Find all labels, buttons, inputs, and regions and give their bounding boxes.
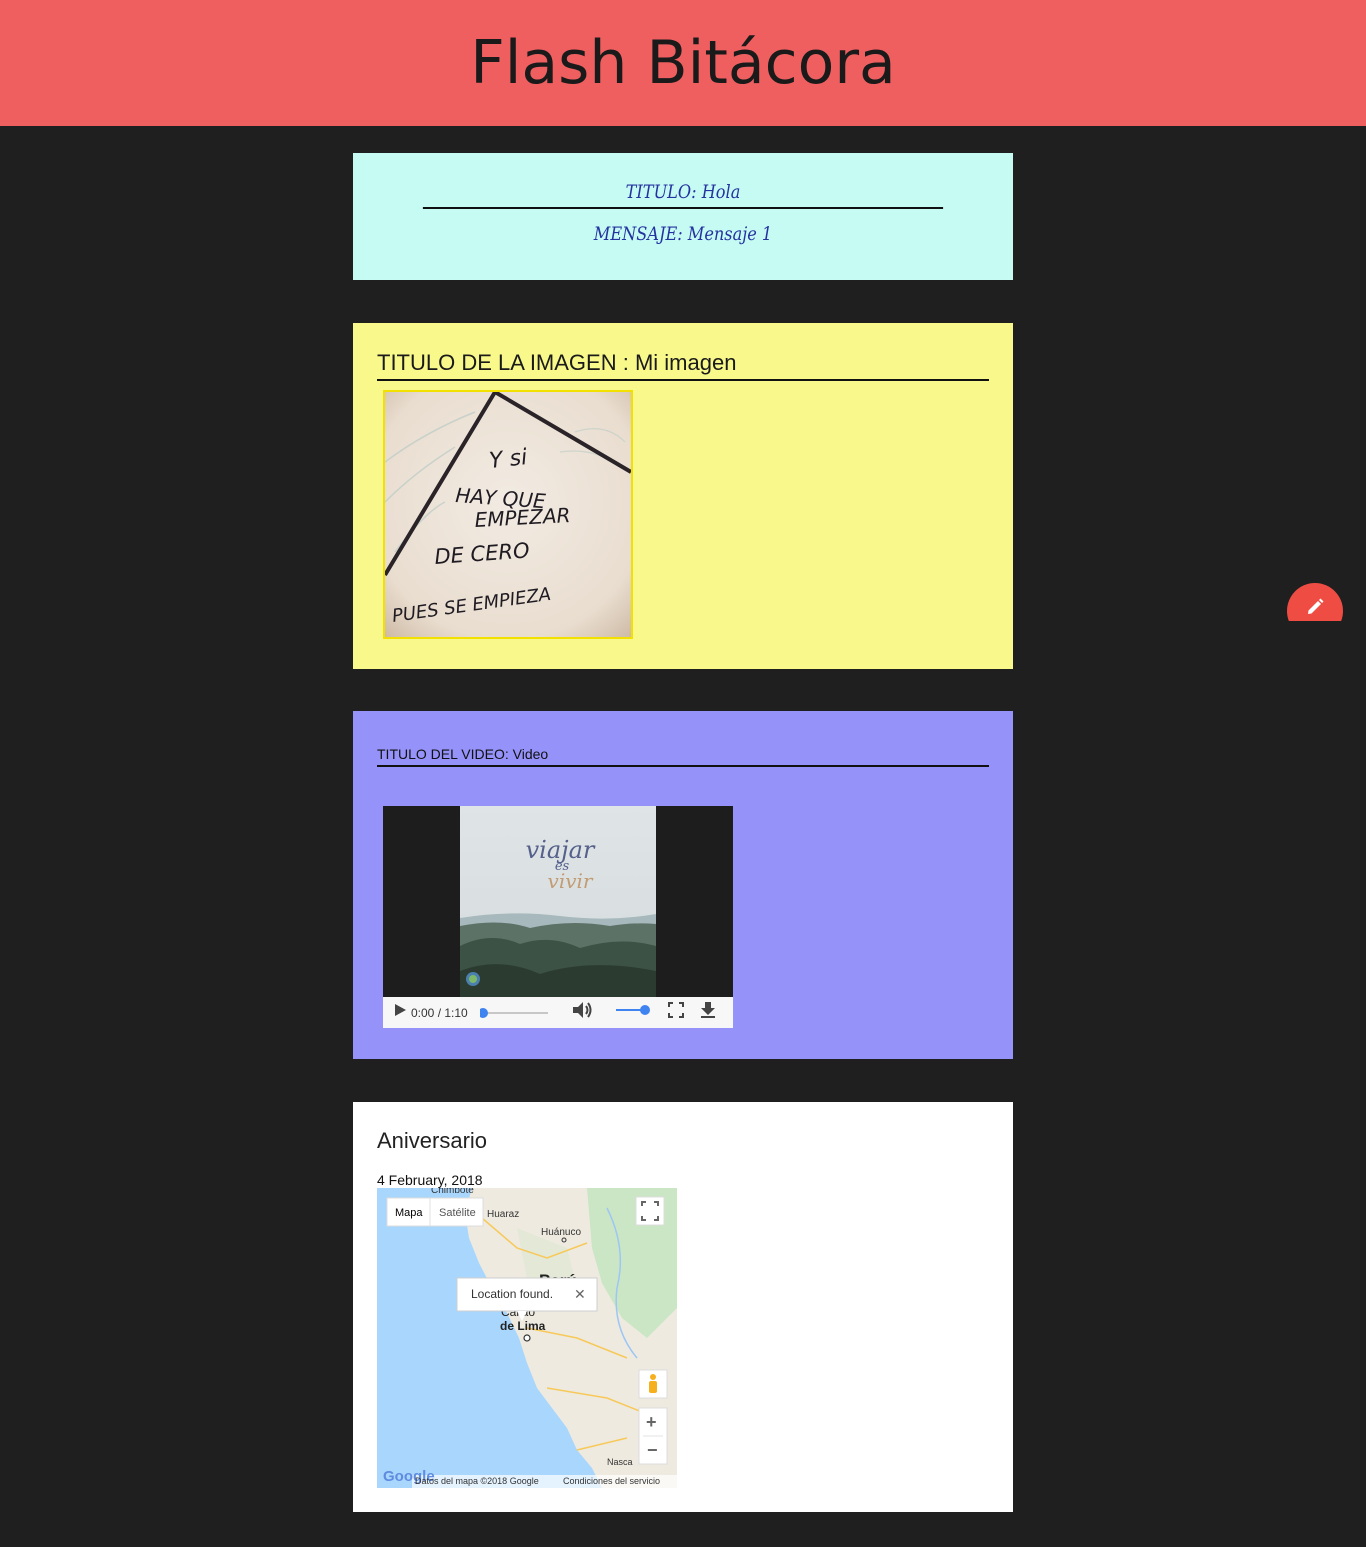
event-date: 4 February, 2018 (377, 1172, 483, 1188)
app-header: Flash Bitácora (0, 0, 1366, 126)
pencil-icon (1305, 597, 1325, 621)
map-widget[interactable]: Chimbote Huaraz Huánuco Perú Callao de L… (377, 1188, 677, 1488)
edit-fab[interactable] (1287, 583, 1343, 621)
video-post-card: TITULO DEL VIDEO: Video viajar es vivir … (353, 711, 1013, 1059)
play-icon[interactable] (393, 1003, 407, 1022)
map-type-control: Mapa Satélite (386, 1197, 484, 1227)
video-post-title: TITULO DEL VIDEO: Video (377, 745, 989, 767)
street-view-pegman-icon[interactable] (638, 1369, 668, 1399)
zoom-out-icon[interactable]: − (647, 1440, 658, 1460)
text-post-message: MENSAJE: Mensaje 1 (593, 223, 773, 245)
text-post-card: TITULO: Hola MENSAJE: Mensaje 1 (353, 153, 1013, 280)
image-text-line: EMPEZAR (474, 503, 571, 532)
map-city-label: Nasca (607, 1457, 633, 1467)
image-post-title: TITULO DE LA IMAGEN : Mi imagen (377, 347, 989, 381)
video-thumbnail: viajar es vivir (460, 806, 656, 997)
volume-icon[interactable] (572, 1001, 594, 1024)
app-title: Flash Bitácora (470, 28, 896, 98)
map-zoom-control: + − (638, 1407, 668, 1465)
post-image[interactable]: Y si HAY QUE EMPEZAR DE CERO PUES SE EMP… (383, 390, 633, 639)
image-post-card: TITULO DE LA IMAGEN : Mi imagen Y si HAY… (353, 323, 1013, 669)
event-post-card: Aniversario 4 February, 2018 Chimbote Hu… (353, 1102, 1013, 1512)
map-city-label: Huaraz (487, 1209, 519, 1220)
infowindow-text: Location found. (471, 1287, 553, 1301)
map-type-button[interactable]: Satélite (439, 1207, 476, 1219)
map-attribution: Datos del mapa ©2018 Google (415, 1476, 539, 1486)
close-icon[interactable]: ✕ (574, 1286, 586, 1302)
video-player[interactable]: viajar es vivir 0:00 / 1:10 (383, 806, 733, 1028)
volume-slider[interactable] (614, 1003, 650, 1022)
zoom-in-icon[interactable]: + (646, 1412, 657, 1432)
image-text-line: Y si (488, 445, 528, 474)
video-controls: 0:00 / 1:10 (383, 997, 733, 1028)
map-city-label: Chimbote (431, 1188, 474, 1196)
map-fullscreen-button[interactable] (635, 1196, 665, 1226)
video-frame-text: vivir (548, 869, 594, 893)
map-city-label: de Lima (500, 1319, 546, 1333)
text-post-title: TITULO: Hola (422, 175, 944, 209)
seek-bar[interactable] (477, 1006, 550, 1020)
video-time: 0:00 / 1:10 (411, 1005, 468, 1020)
map-type-button[interactable]: Mapa (395, 1207, 423, 1219)
fullscreen-icon[interactable] (667, 1002, 684, 1023)
event-title: Aniversario (377, 1128, 488, 1153)
map-city-label: Huánuco (541, 1227, 581, 1238)
map-terms-link[interactable]: Condiciones del servicio (563, 1476, 660, 1486)
download-icon[interactable] (700, 1001, 716, 1024)
